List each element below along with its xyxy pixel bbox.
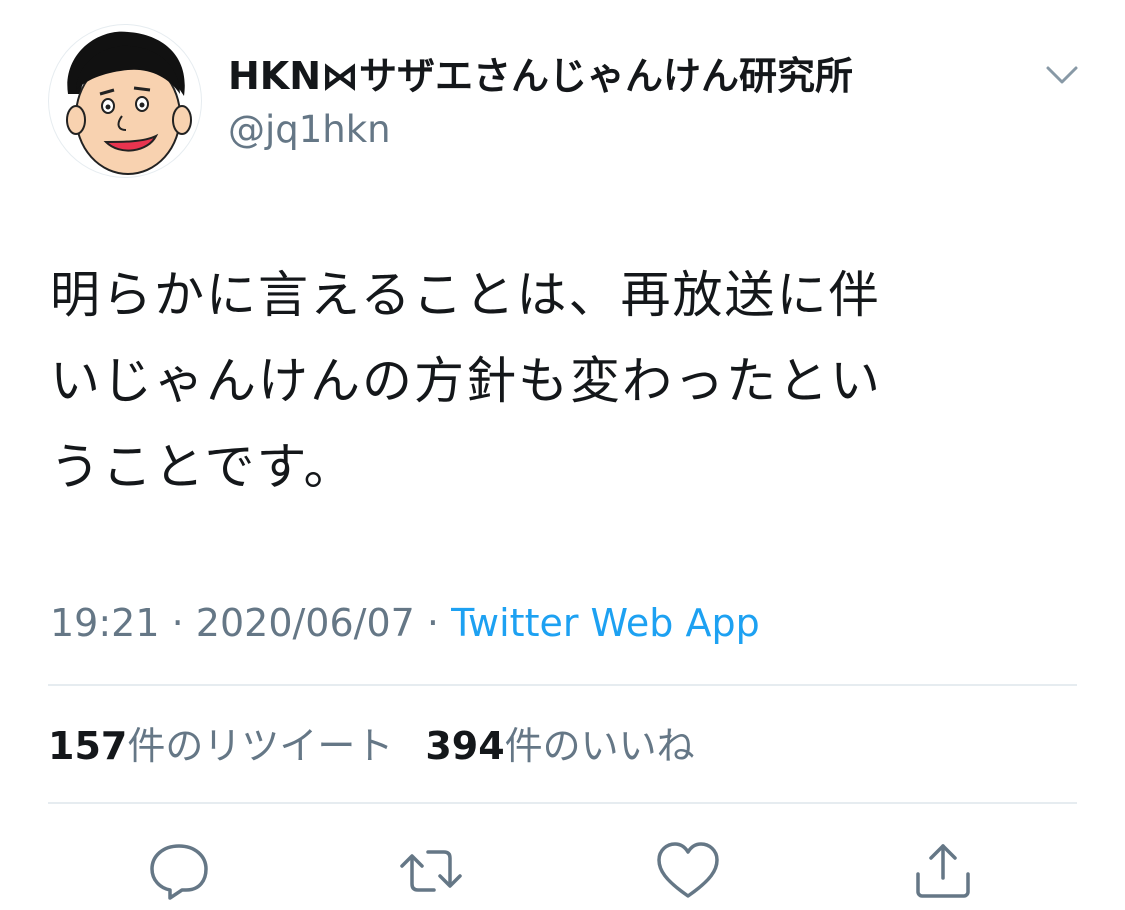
retweet-count-label: 件のリツイート [127,724,394,768]
tweet-source-link[interactable]: Twitter Web App [451,601,760,645]
share-upload-icon [916,844,970,898]
divider [48,684,1077,686]
like-count-label: 件のいいね [504,724,695,768]
tweet-time: 19:21 [50,601,160,645]
chevron-down-icon[interactable] [1040,58,1084,94]
tweet-stats: 157件のリツイート 394件のいいね [48,720,695,772]
speech-bubble-icon [150,844,208,900]
meta-separator: · [171,601,184,645]
retweet-button[interactable] [398,838,464,904]
author-handle[interactable]: @jq1hkn [228,106,391,154]
like-count[interactable]: 394件のいいね [425,724,694,768]
author-display-name[interactable]: HKN⋈サザエさんじゃんけん研究所 [228,52,853,100]
retweet-count[interactable]: 157件のリツイート [48,724,393,768]
heart-icon [657,842,719,898]
avatar[interactable] [48,24,202,178]
cartoon-face-avatar-icon [66,31,192,175]
share-button[interactable] [910,838,976,904]
tweet-meta: 19:21 · 2020/06/07 · Twitter Web App [50,598,760,648]
reply-button[interactable] [146,838,212,904]
retweet-count-number: 157 [48,724,128,768]
meta-separator: · [426,601,440,645]
like-button[interactable] [655,838,721,904]
tweet-text: 明らかに言えることは、再放送に伴 いじゃんけんの方針も変わったとい うことです。 [50,266,882,496]
divider [48,802,1077,804]
like-count-number: 394 [425,724,505,768]
retweet-arrows-icon [400,850,462,892]
tweet-date: 2020/06/07 [195,601,415,645]
